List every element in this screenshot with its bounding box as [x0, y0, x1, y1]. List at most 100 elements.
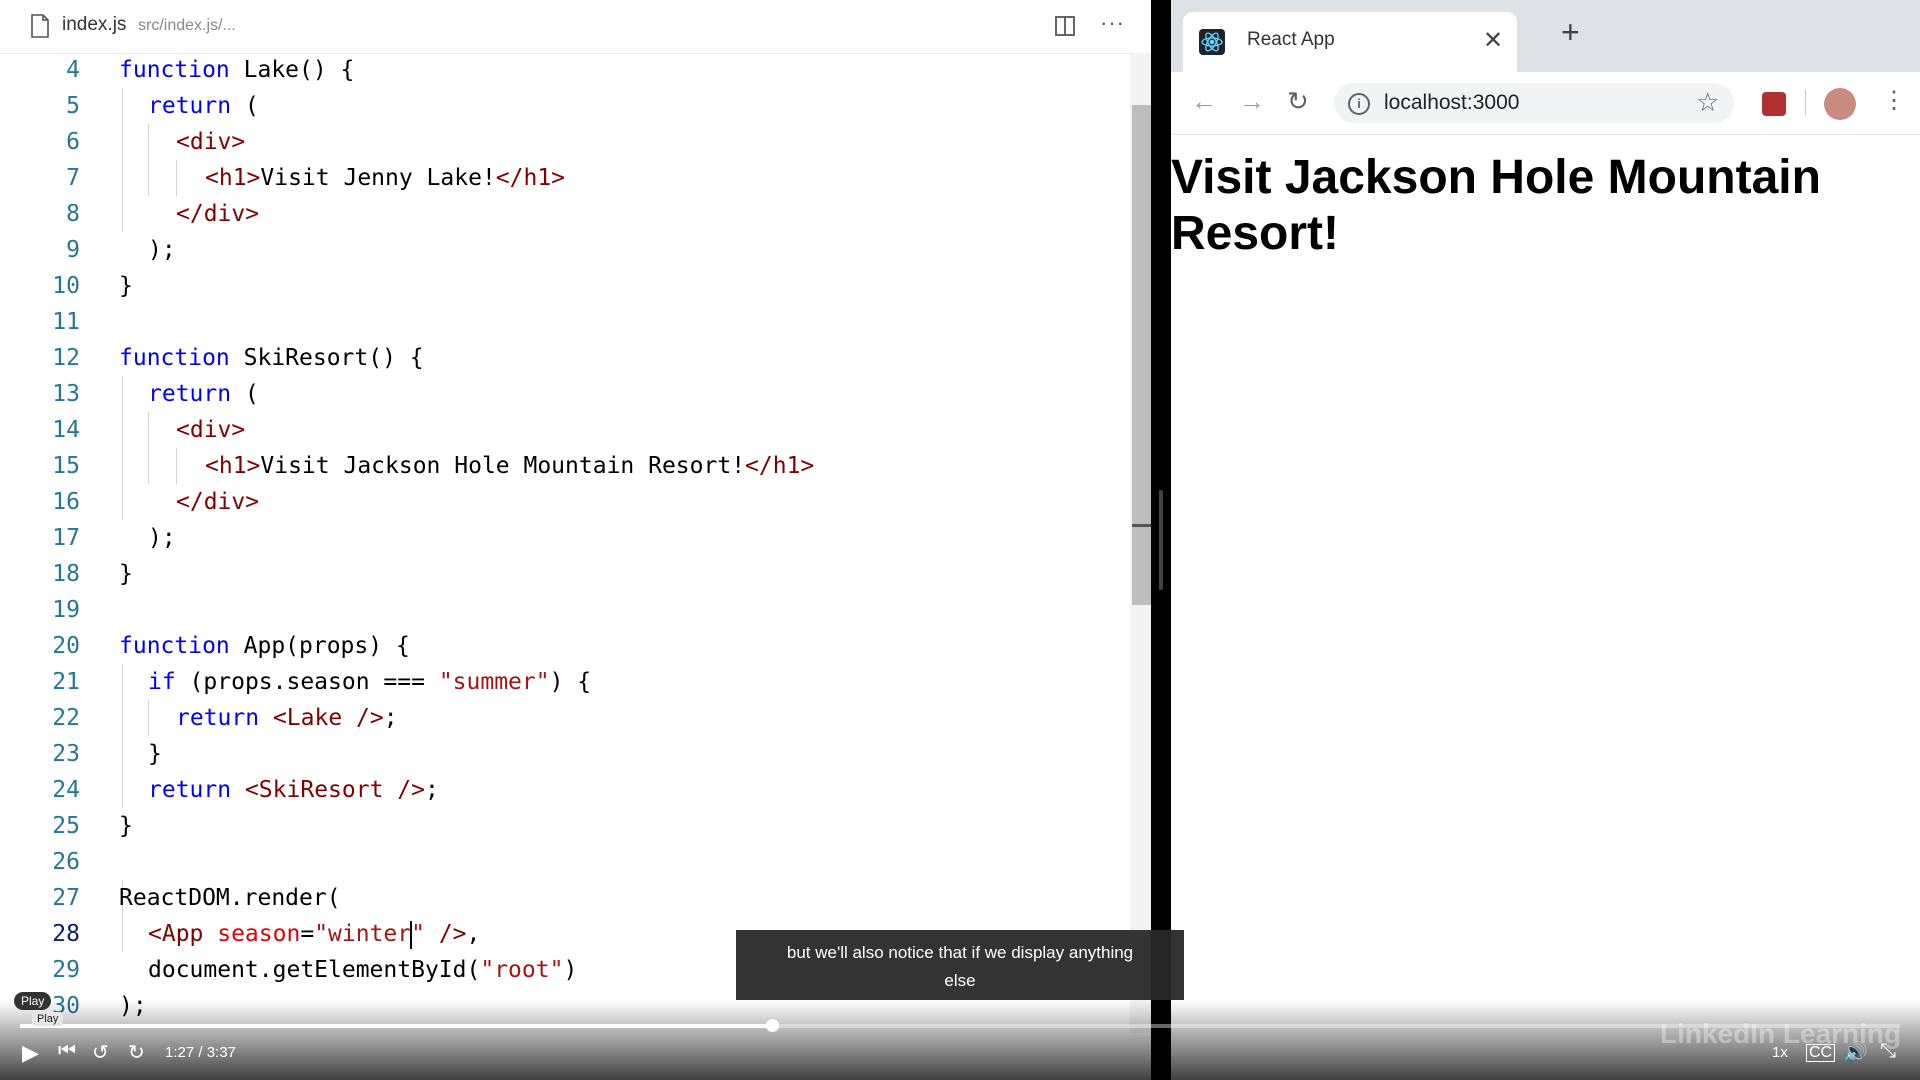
line-text: function Lake() { [119, 57, 355, 83]
line-number: 10 [52, 273, 80, 299]
line-number: 13 [52, 381, 80, 407]
code-line[interactable]: 9); [0, 232, 1130, 268]
code-line[interactable]: 8 </div> [0, 196, 1130, 232]
address-url[interactable]: localhost:3000 [1384, 91, 1519, 115]
bookmark-star-icon[interactable]: ☆ [1696, 87, 1719, 118]
rewind-10-icon[interactable]: ↺ [92, 1040, 109, 1065]
code-line[interactable]: 21 if (props.season === "summer") { [0, 664, 1130, 700]
line-number: 11 [52, 309, 80, 335]
line-number: 29 [52, 957, 80, 983]
code-line[interactable]: 16 </div> [0, 484, 1130, 520]
line-number: 27 [52, 885, 80, 911]
toolbar-separator [1805, 90, 1806, 116]
line-text: <div> [176, 417, 246, 443]
reload-icon[interactable]: ↻ [1287, 86, 1309, 117]
line-text: ); [148, 237, 176, 263]
code-line[interactable]: 27 ReactDOM.render( [0, 880, 1130, 916]
code-line[interactable]: 23} [0, 736, 1130, 772]
code-line[interactable]: 17); [0, 520, 1130, 556]
code-line[interactable]: 26 [0, 844, 1130, 880]
video-caption: but we'll also notice that if we display… [736, 930, 1184, 1000]
code-line[interactable]: 10} [0, 268, 1130, 304]
code-line[interactable]: 5 return ( [0, 88, 1130, 124]
browser-tab[interactable]: React App ✕ [1183, 12, 1517, 72]
line-number: 26 [52, 849, 80, 875]
more-actions-icon[interactable]: ··· [1100, 10, 1125, 36]
code-line[interactable]: 20 function App(props) { [0, 628, 1130, 664]
line-text: } [119, 813, 133, 839]
editor-scrollbar-thumb[interactable] [1132, 105, 1151, 605]
line-text: } [119, 273, 133, 299]
progress-scrubber[interactable] [766, 1019, 779, 1032]
line-text: function SkiResort() { [119, 345, 424, 371]
code-line[interactable]: 4 function Lake() { [0, 52, 1130, 88]
play-icon[interactable]: ▶ [22, 1040, 39, 1066]
code-line[interactable]: 15 <h1>Visit Jackson Hole Mountain Resort… [0, 448, 1130, 484]
browser-tab-strip: React App ✕ + [1171, 0, 1920, 72]
profile-avatar[interactable] [1824, 88, 1856, 120]
code-line[interactable]: 13 return ( [0, 376, 1130, 412]
new-tab-icon[interactable]: + [1561, 14, 1580, 51]
player-controls-bar [0, 1000, 1920, 1080]
line-text: function App(props) { [119, 633, 410, 659]
cursor-position-marker [1132, 524, 1151, 527]
code-line[interactable]: 7 <h1>Visit Jenny Lake!</h1> [0, 160, 1130, 196]
exit-fullscreen-icon[interactable]: ⤡ [1880, 1040, 1896, 1063]
line-text: return <SkiResort />; [148, 777, 439, 803]
line-number: 4 [66, 57, 80, 83]
play-tooltip: Play [14, 992, 52, 1010]
line-text: return <Lake />; [176, 705, 398, 731]
line-text: } [119, 561, 133, 587]
line-text: return ( [148, 381, 259, 407]
code-line[interactable]: 6 <div> [0, 124, 1130, 160]
code-line[interactable]: 12 function SkiResort() { [0, 340, 1130, 376]
playback-time: 1:27 / 3:37 [165, 1044, 236, 1061]
code-line[interactable]: 14 <div> [0, 412, 1130, 448]
split-editor-icon[interactable] [1054, 15, 1076, 37]
code-line[interactable]: 22 return <Lake />; [0, 700, 1130, 736]
playback-speed[interactable]: 1x [1772, 1044, 1788, 1061]
line-number: 25 [52, 813, 80, 839]
line-number: 17 [52, 525, 80, 551]
code-line[interactable]: 25} [0, 808, 1130, 844]
editor-file-name[interactable]: index.js [62, 14, 126, 36]
code-line[interactable]: 19 [0, 592, 1130, 628]
extension-icon[interactable] [1762, 92, 1786, 116]
forward-arrow-icon[interactable]: → [1239, 86, 1265, 117]
volume-icon[interactable]: 🔊 [1843, 1040, 1868, 1065]
line-text: </div> [176, 489, 260, 515]
site-info-icon[interactable]: i [1348, 93, 1370, 115]
caption-line: else [944, 971, 976, 990]
code-line[interactable]: 24 return <SkiResort />; [0, 772, 1130, 808]
line-text: } [148, 741, 162, 767]
line-number: 24 [52, 777, 80, 803]
code-line[interactable]: 18} [0, 556, 1130, 592]
skip-back-icon[interactable]: ⏮ [58, 1040, 76, 1063]
line-number: 15 [52, 453, 80, 479]
editor-file-path[interactable]: src/index.js/... [138, 17, 236, 35]
page-heading: Visit Jackson Hole Mountain Resort! [1171, 151, 1821, 260]
line-number: 16 [52, 489, 80, 515]
line-text: <div> [176, 129, 246, 155]
code-editor[interactable]: index.js src/index.js/... ··· 4 function … [0, 0, 1151, 1080]
line-text: </div> [176, 201, 260, 227]
code-area[interactable]: 4 function Lake() { 5 return ( 6 <div> 7 <h1… [0, 52, 1130, 1032]
video-progress-bar[interactable] [20, 1019, 1900, 1032]
line-number: 22 [52, 705, 80, 731]
line-number: 28 [52, 921, 80, 947]
code-line[interactable]: 11 [0, 304, 1130, 340]
browser-menu-icon[interactable]: ⋮ [1882, 86, 1906, 115]
back-arrow-icon[interactable]: ← [1191, 86, 1217, 117]
browser-toolbar: ← → ↻ i localhost:3000 ☆ ⋮ [1171, 72, 1920, 135]
line-number: 12 [52, 345, 80, 371]
captions-icon[interactable]: CC [1806, 1044, 1836, 1062]
close-tab-icon[interactable]: ✕ [1483, 26, 1503, 55]
progress-fill [20, 1024, 772, 1028]
forward-10-icon[interactable]: ↻ [128, 1040, 145, 1065]
line-number: 18 [52, 561, 80, 587]
address-bar[interactable]: i localhost:3000 ☆ [1334, 83, 1734, 123]
line-number: 21 [52, 669, 80, 695]
line-text: <App season="winter" />, [148, 920, 481, 949]
pane-resize-handle[interactable] [1159, 490, 1163, 590]
line-number: 19 [52, 597, 80, 623]
